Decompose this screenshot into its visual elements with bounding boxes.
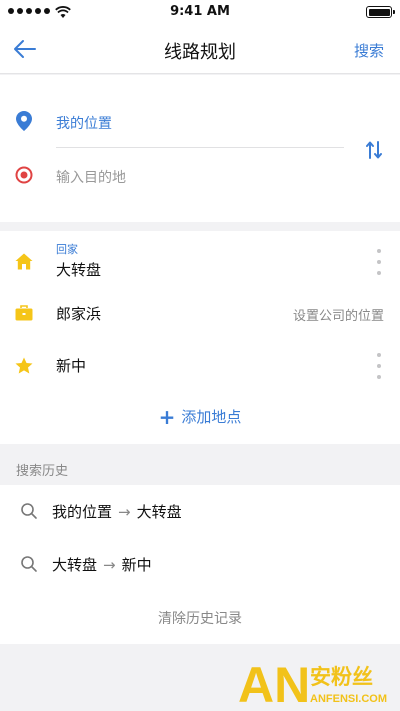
arrow-icon: → [103, 556, 116, 574]
destination-input[interactable]: 输入目的地 [56, 167, 126, 187]
add-place-button[interactable]: + 添加地点 [0, 405, 400, 429]
arrow-icon: → [118, 503, 131, 521]
status-bar: 9:41 AM [0, 0, 400, 24]
origin-field[interactable]: 我的位置 [56, 113, 112, 133]
watermark-brand: AN [238, 658, 310, 710]
more-options-icon[interactable] [374, 249, 384, 275]
history-from: 大转盘 [52, 556, 98, 574]
search-button[interactable]: 搜索 [354, 40, 384, 61]
place-tag: 回家 [56, 243, 78, 256]
watermark-cn: 安粉丝 [310, 665, 373, 689]
watermark-domain: ANFENSI.COM [310, 693, 387, 705]
location-pin-icon [14, 111, 34, 131]
page-title: 线路规划 [164, 42, 236, 63]
history-to: 新中 [121, 556, 152, 574]
battery-icon [366, 6, 395, 18]
route-input-card: 我的位置 输入目的地 [0, 75, 400, 222]
plus-icon: + [158, 405, 176, 429]
briefcase-icon [14, 303, 34, 323]
history-route: 我的位置 → 大转盘 [52, 501, 182, 522]
place-name: 大转盘 [56, 261, 102, 279]
status-time: 9:41 AM [170, 4, 230, 19]
clear-history-button[interactable]: 清除历史记录 [0, 608, 400, 628]
place-row-home[interactable]: 回家 大转盘 [0, 235, 400, 287]
nav-bar: 线路规划 搜索 [0, 24, 400, 74]
route-divider [56, 147, 344, 148]
history-from: 我的位置 [52, 503, 113, 521]
place-row-favorite[interactable]: 新中 [0, 339, 400, 391]
target-icon [14, 165, 34, 185]
set-company-hint[interactable]: 设置公司的位置 [293, 305, 384, 324]
place-name: 郎家浜 [56, 305, 102, 323]
history-to: 大转盘 [136, 503, 182, 521]
history-header: 搜索历史 [16, 464, 69, 479]
search-icon [21, 556, 37, 572]
home-icon [14, 251, 34, 271]
swap-arrows-icon [366, 141, 382, 159]
history-item[interactable]: 大转盘 → 新中 [0, 538, 400, 590]
more-options-icon[interactable] [374, 353, 384, 379]
search-history-card: 我的位置 → 大转盘 大转盘 → 新中 清除历史记录 [0, 485, 400, 644]
add-place-label: 添加地点 [181, 408, 242, 426]
watermark-logo: AN 安粉丝 ANFENSI.COM [238, 658, 387, 710]
place-row-company[interactable]: 郎家浜 设置公司的位置 [0, 287, 400, 339]
saved-places-card: 回家 大转盘 郎家浜 设置公司的位置 新中 + 添加地点 [0, 231, 400, 444]
search-icon [21, 503, 37, 519]
star-icon [14, 355, 34, 375]
history-route: 大转盘 → 新中 [52, 554, 152, 575]
history-item[interactable]: 我的位置 → 大转盘 [0, 485, 400, 537]
swap-route-button[interactable] [362, 138, 386, 162]
place-name: 新中 [56, 357, 87, 375]
